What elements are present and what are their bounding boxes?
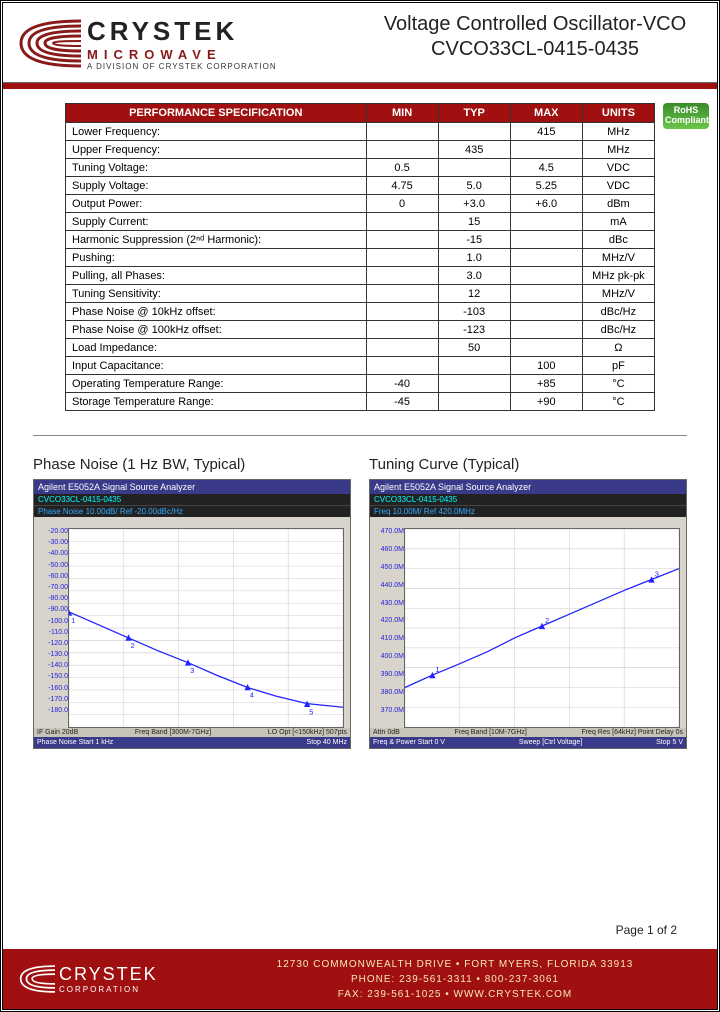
footer: CRYSTEK CORPORATION 12730 COMMONWEALTH D… [3,949,717,1009]
tuning-curve-title: Tuning Curve (Typical) [369,456,687,473]
phase-noise-title: Phase Noise (1 Hz BW, Typical) [33,456,351,473]
product-type: Voltage Controlled Oscillator-VCO [353,13,717,36]
table-row: Supply Voltage:4.755.05.25VDC [66,177,655,195]
datasheet-page: CRYSTEK MICROWAVE A DIVISION OF CRYSTEK … [0,0,720,1012]
footer-logo: CRYSTEK CORPORATION [3,961,193,997]
footer-address: 12730 COMMONWEALTH DRIVE • FORT MYERS, F… [193,957,717,1002]
table-row: Tuning Sensitivity:12MHz/V [66,285,655,303]
svg-text:5: 5 [309,707,313,716]
rohs-badge: RoHS Compliant [663,103,709,137]
table-row: Output Power:0+3.0+6.0dBm [66,195,655,213]
phase-noise-plot: 1 2 3 4 5 [68,528,344,728]
col-header-typ: TYP [438,104,510,123]
table-row: Pushing:1.0MHz/V [66,249,655,267]
device-label: CVCO33CL-0415-0435 [370,494,686,506]
table-row: Phase Noise @ 10kHz offset:-103dBc/Hz [66,303,655,321]
table-row: Harmonic Suppression (2ⁿᵈ Harmonic):-15d… [66,231,655,249]
y-axis-labels: -20.00-30.00-40.00-50.00-60.00-70.00-80.… [36,528,68,714]
table-row: Storage Temperature Range:-45+90°C [66,393,655,411]
content-area: RoHS Compliant PERFORMANCE SPECIFICATION… [3,89,717,411]
phase-noise-chart: Agilent E5052A Signal Source Analyzer CV… [33,479,351,749]
table-row: Pulling, all Phases:3.0MHz pk-pk [66,267,655,285]
col-header-max: MAX [510,104,582,123]
logo-division-text: A DIVISION OF CRYSTEK CORPORATION [87,62,277,71]
logo-sub-text: MICROWAVE [87,47,277,62]
table-row: Input Capacitance:100pF [66,357,655,375]
svg-text:3: 3 [655,569,659,578]
tuning-curve-chart: Agilent E5052A Signal Source Analyzer CV… [369,479,687,749]
page-number: Page 1 of 2 [576,923,717,937]
table-row: Operating Temperature Range:-40+85°C [66,375,655,393]
chart-bottom-bar: IF Gain 20dBFreq Band [300M-7GHz]LO Opt … [34,728,350,748]
part-number: CVCO33CL-0415-0435 [353,38,717,61]
svg-text:3: 3 [190,666,194,675]
trace-label: Phase Noise 10.00dB/ Ref -20.00dBc/Hz [34,506,350,517]
tuning-curve-section: Tuning Curve (Typical) Agilent E5052A Si… [369,456,687,749]
svg-text:4: 4 [250,691,254,700]
col-header-param: PERFORMANCE SPECIFICATION [66,104,367,123]
logo-main-text: CRYSTEK [87,16,277,47]
crystek-swirl-icon [11,16,81,71]
table-row: Upper Frequency:435MHz [66,141,655,159]
charts-row: Phase Noise (1 Hz BW, Typical) Agilent E… [3,436,717,749]
company-logo: CRYSTEK MICROWAVE A DIVISION OF CRYSTEK … [3,3,353,83]
table-row: Lower Frequency:415MHz [66,123,655,141]
table-row: Supply Current:15mA [66,213,655,231]
table-row: Load Impedance:50Ω [66,339,655,357]
header: CRYSTEK MICROWAVE A DIVISION OF CRYSTEK … [3,3,717,83]
chart-bottom-bar: Attn 0dBFreq Band [10M-7GHz]Freq Res [64… [370,728,686,748]
svg-text:1: 1 [71,616,75,625]
phase-noise-section: Phase Noise (1 Hz BW, Typical) Agilent E… [33,456,351,749]
page-title-area: Voltage Controlled Oscillator-VCO CVCO33… [353,3,717,82]
svg-text:1: 1 [436,665,440,674]
tuning-curve-plot: 1 2 3 [404,528,680,728]
spec-table: PERFORMANCE SPECIFICATION MIN TYP MAX UN… [65,103,655,411]
table-row: Phase Noise @ 100kHz offset:-123dBc/Hz [66,321,655,339]
svg-text:2: 2 [545,616,549,625]
table-row: Tuning Voltage:0.54.5VDC [66,159,655,177]
analyzer-label: Agilent E5052A Signal Source Analyzer [370,480,686,494]
device-label: CVCO33CL-0415-0435 [34,494,350,506]
svg-text:2: 2 [131,641,135,650]
col-header-units: UNITS [582,104,654,123]
analyzer-label: Agilent E5052A Signal Source Analyzer [34,480,350,494]
y-axis-labels: 470.0M460.0M450.0M440.0M430.0M420.0M410.… [372,528,404,714]
crystek-swirl-icon [15,961,55,997]
col-header-min: MIN [366,104,438,123]
trace-label: Freq 10.00M/ Ref 420.0MHz [370,506,686,517]
